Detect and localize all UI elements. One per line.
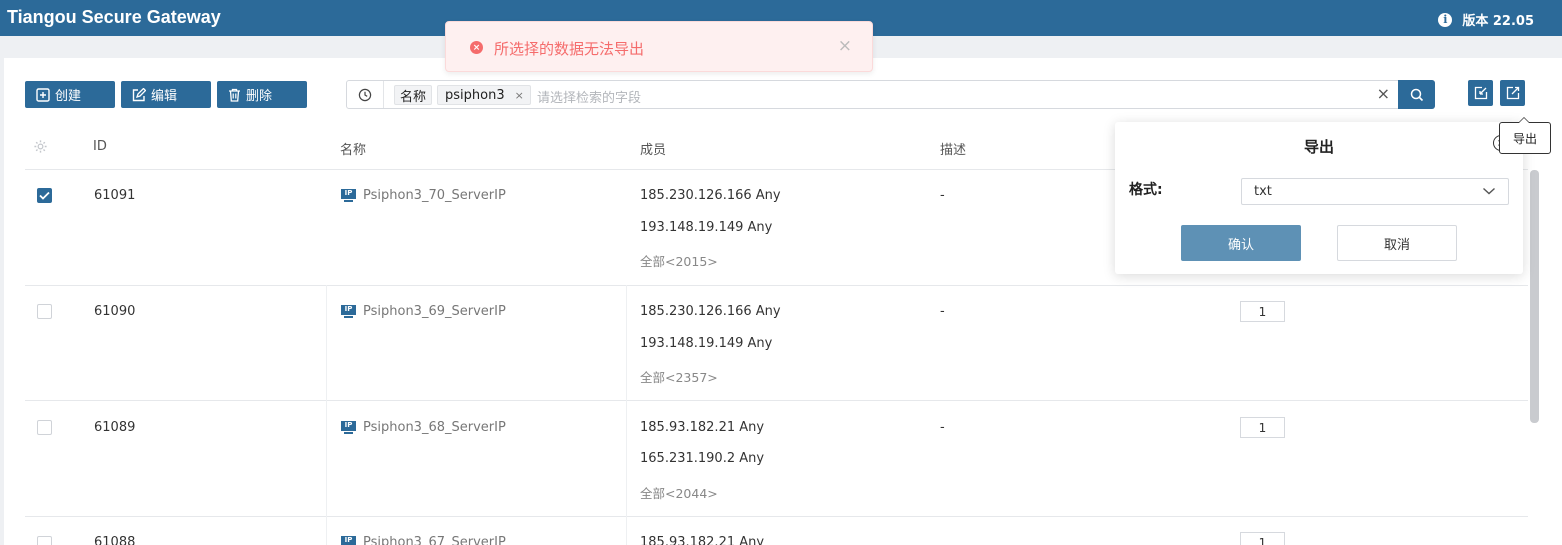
search-value-tag: psiphon3 × (437, 85, 531, 105)
ip-address-icon: IP (341, 535, 356, 545)
member-item: 193.148.19.149 Any (640, 220, 773, 235)
check-icon (39, 191, 50, 200)
edit-button[interactable]: 编辑 (121, 81, 211, 108)
info-icon: i (1438, 12, 1453, 27)
import-button[interactable] (1468, 80, 1493, 106)
export-button[interactable] (1500, 80, 1525, 106)
error-toast: × 所选择的数据无法导出 × (445, 21, 873, 72)
row-description: - (940, 304, 945, 319)
search-field-tag: 名称 (394, 85, 433, 105)
confirm-button[interactable]: 确认 (1181, 225, 1301, 261)
row-count: 1 (1240, 301, 1285, 322)
column-divider (326, 285, 327, 545)
import-icon (1474, 86, 1487, 100)
row-checkbox[interactable] (37, 420, 52, 435)
tag-remove-icon[interactable]: × (515, 89, 524, 102)
member-item: 185.93.182.21 Any (640, 535, 765, 545)
delete-button[interactable]: 删除 (217, 81, 307, 108)
member-item: 185.230.126.166 Any (640, 304, 781, 319)
ip-address-icon: IP (341, 420, 356, 435)
member-item: 185.230.126.166 Any (640, 188, 781, 203)
plus-square-icon (36, 87, 50, 102)
members-all-link[interactable]: 全部<2357> (640, 367, 718, 386)
row-id: 61088 (94, 535, 136, 545)
search-icon (1410, 88, 1423, 101)
row-name[interactable]: IP Psiphon3_68_ServerIP (341, 420, 506, 435)
table-scrollbar[interactable] (1530, 170, 1539, 423)
row-name-text: Psiphon3_67_ServerIP (363, 535, 506, 545)
header-description[interactable]: 描述 (940, 139, 966, 158)
row-divider (25, 516, 1528, 517)
header-id[interactable]: ID (93, 139, 107, 154)
edit-icon (132, 87, 146, 101)
toast-close-icon[interactable]: × (838, 36, 852, 56)
format-value: txt (1254, 184, 1272, 199)
edit-label: 编辑 (151, 89, 178, 104)
version-label: 版本 22.05 (1462, 14, 1534, 29)
version-info: i 版本 22.05 (1438, 10, 1534, 29)
export-popover: 导出 × 格式: txt 确认 取消 (1115, 122, 1523, 274)
ip-address-icon: IP (341, 188, 356, 203)
member-item: 193.148.19.149 Any (640, 336, 773, 351)
members-all-link[interactable]: 全部<2044> (640, 483, 718, 502)
clear-search-icon[interactable]: × (1377, 84, 1390, 103)
row-count: 1 (1240, 532, 1285, 545)
row-name-text: Psiphon3_69_ServerIP (363, 304, 506, 319)
export-icon (1506, 86, 1519, 100)
export-tooltip: 导出 (1499, 117, 1551, 154)
row-name-text: Psiphon3_70_ServerIP (363, 188, 506, 203)
row-id: 61090 (94, 304, 136, 319)
row-name[interactable]: IP Psiphon3_70_ServerIP (341, 188, 506, 203)
row-name[interactable]: IP Psiphon3_67_ServerIP (341, 535, 506, 545)
error-icon: × (470, 41, 483, 54)
toast-message: 所选择的数据无法导出 (494, 40, 645, 58)
cancel-button[interactable]: 取消 (1337, 225, 1457, 261)
create-label: 创建 (55, 89, 82, 104)
members-all-link[interactable]: 全部<2015> (640, 251, 718, 270)
create-button[interactable]: 创建 (25, 81, 115, 108)
delete-label: 删除 (246, 89, 273, 104)
history-button[interactable] (347, 81, 384, 108)
chevron-down-icon (1483, 187, 1495, 195)
row-count: 1 (1240, 417, 1285, 438)
search-value-text: psiphon3 (445, 87, 505, 103)
search-button[interactable] (1398, 80, 1435, 109)
header-name[interactable]: 名称 (340, 139, 366, 158)
gear-icon[interactable] (33, 139, 48, 154)
member-item: 165.231.190.2 Any (640, 451, 765, 466)
row-id: 61089 (94, 420, 136, 435)
search-input[interactable]: 请选择检索的字段 (537, 87, 641, 106)
row-checkbox[interactable] (37, 304, 52, 319)
trash-icon (229, 88, 240, 102)
row-name[interactable]: IP Psiphon3_69_ServerIP (341, 304, 506, 319)
clock-icon (358, 88, 372, 101)
row-name-text: Psiphon3_68_ServerIP (363, 420, 506, 435)
row-description: - (940, 188, 945, 203)
header-members[interactable]: 成员 (640, 139, 666, 158)
format-select[interactable]: txt (1241, 178, 1509, 205)
app-title: Tiangou Secure Gateway (7, 7, 221, 27)
row-id: 61091 (94, 188, 136, 203)
popover-title: 导出 (1303, 138, 1334, 156)
ip-address-icon: IP (341, 304, 356, 319)
row-checkbox[interactable] (37, 188, 52, 203)
row-description: - (940, 420, 945, 435)
row-checkbox[interactable] (37, 536, 52, 545)
search-bar[interactable]: 名称 psiphon3 × 请选择检索的字段 × (346, 80, 1435, 109)
format-label: 格式: (1129, 182, 1163, 198)
row-divider (25, 400, 1528, 401)
row-divider (25, 285, 1528, 286)
member-item: 185.93.182.21 Any (640, 420, 765, 435)
column-divider (626, 285, 627, 545)
